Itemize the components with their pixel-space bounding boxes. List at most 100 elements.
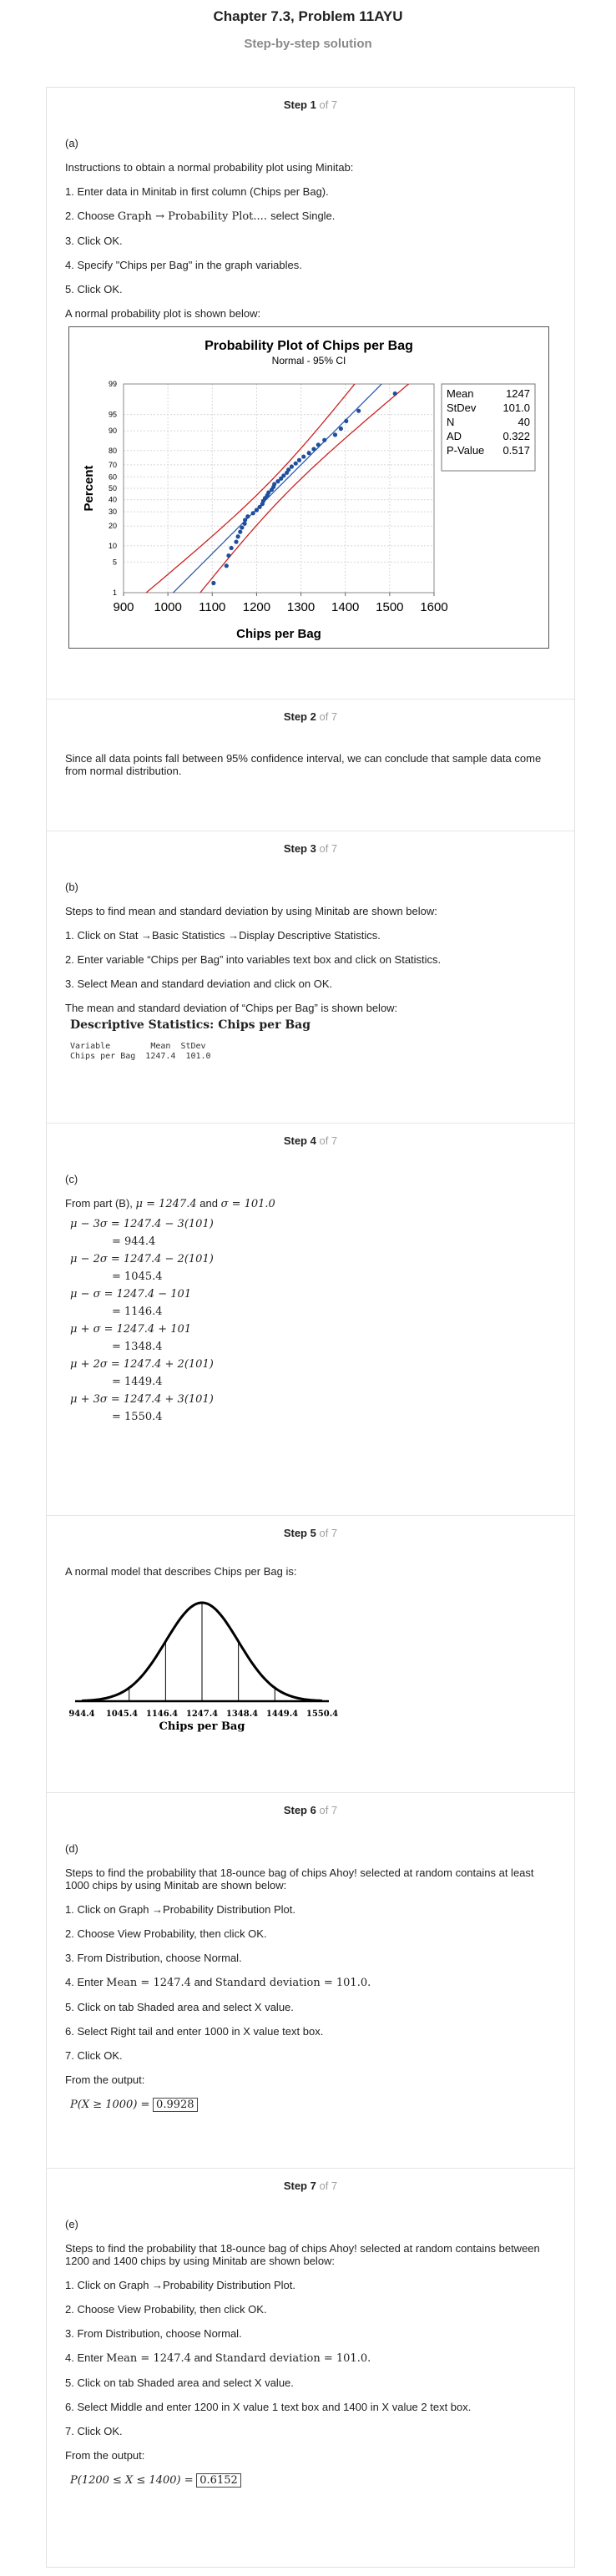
step-7: Step 7 of 7 (e) Steps to find the probab… <box>47 2168 574 2567</box>
chart-subtitle: Normal - 95% CI <box>272 355 346 366</box>
data-point <box>235 534 240 539</box>
step-label: Step 3 <box>283 842 316 855</box>
step-label: Step 2 <box>283 710 316 723</box>
instruction-item: 7. Click OK. <box>65 2425 123 2437</box>
menu-path: Graph → Probability Plot.... <box>117 210 271 223</box>
step-header: Step 5 of 7 <box>47 1516 574 1543</box>
step-3: Step 3 of 7 (b) Steps to find mean and s… <box>47 831 574 1123</box>
data-point <box>293 461 298 466</box>
data-point <box>234 539 239 544</box>
equation-result: = 1449.4 <box>112 1376 163 1388</box>
stats-table-row: Chips per Bag 1247.4 101.0 <box>70 1052 211 1061</box>
probability-plot: Probability Plot of Chips per Bag Normal… <box>82 339 536 641</box>
data-point <box>392 391 397 397</box>
data-point <box>272 482 277 487</box>
data-point <box>240 525 245 530</box>
data-point <box>211 580 216 586</box>
output-intro: From the output: <box>65 2073 145 2086</box>
data-point <box>332 432 338 437</box>
y-tick-label: 10 <box>109 542 117 550</box>
part-label: (e) <box>65 2218 78 2230</box>
data-point <box>254 508 260 513</box>
instruction-item: 2. Enter variable “Chips per Bag” into v… <box>65 953 442 966</box>
y-tick-label: 1 <box>113 588 117 597</box>
data-point <box>322 437 327 442</box>
y-tick-label: 30 <box>109 508 117 516</box>
step-label: Step 4 <box>283 1134 316 1147</box>
probability-result: P(X ≥ 1000) = 0.9928 <box>70 2098 556 2112</box>
equation-result: = 1348.4 <box>112 1341 163 1353</box>
given-values: From part (B), μ = 1247.4 and σ = 101.0 <box>65 1197 275 1210</box>
instruction-item: 5. Click OK. <box>65 283 123 295</box>
page-subtitle: Step-by-step solution <box>244 37 372 51</box>
equation-line: μ + σ = 1247.4 + 101 <box>70 1323 192 1336</box>
data-point <box>356 408 361 413</box>
y-tick-label: 70 <box>109 461 117 469</box>
instructions-intro: Steps to find mean and standard deviatio… <box>65 905 437 917</box>
x-axis-label: Chips per Bag <box>236 627 321 641</box>
curve-tick-label: 1146.4 <box>146 1710 178 1719</box>
stats-value: 0.517 <box>502 444 530 457</box>
instruction-item: 2. Choose View Probability, then click O… <box>65 2303 267 2316</box>
x-tick-label: 1400 <box>331 600 359 614</box>
result-value: 0.9928 <box>153 2098 198 2112</box>
instruction-item: 6. Select Middle and enter 1200 in X val… <box>65 2401 472 2413</box>
instruction-item: 1. Click on Graph →Probability Distribut… <box>65 1903 296 1916</box>
step-count: of 7 <box>319 1134 338 1147</box>
part-label: (c) <box>65 1173 78 1185</box>
stats-label: AD <box>447 430 462 442</box>
page-title: Chapter 7.3, Problem 11AYU <box>213 8 403 24</box>
curve-tick-label: 1247.4 <box>186 1710 218 1719</box>
probability-plot-figure: Probability Plot of Chips per Bag Normal… <box>68 326 549 649</box>
step-count: of 7 <box>319 2179 338 2192</box>
step-header: Step 1 of 7 <box>47 88 574 115</box>
y-tick-label: 80 <box>109 447 117 455</box>
curve-tick-label: 1550.4 <box>306 1710 338 1719</box>
stats-value: 40 <box>518 416 530 428</box>
step-header: Step 2 of 7 <box>47 700 574 727</box>
instruction-item: 3. From Distribution, choose Normal. <box>65 1952 242 1964</box>
data-point <box>242 521 247 526</box>
data-point <box>226 553 231 558</box>
equation-result: = 1550.4 <box>112 1411 163 1423</box>
stats-label: Mean <box>447 387 474 400</box>
part-label: (a) <box>65 137 78 149</box>
stats-label: StDev <box>447 402 477 414</box>
x-tick-label: 1200 <box>243 600 270 614</box>
step-count: of 7 <box>319 1804 338 1816</box>
instructions-intro: Instructions to obtain a normal probabil… <box>65 161 354 174</box>
equation-result: = 1045.4 <box>112 1270 163 1283</box>
y-tick-label: 5 <box>113 558 117 566</box>
x-tick-labels: 900 1000 1100 1200 1300 1400 1500 1600 <box>113 593 448 614</box>
step-label: Step 1 <box>283 98 316 111</box>
y-tick-label: 95 <box>109 411 117 419</box>
y-tick-label: 20 <box>109 522 117 530</box>
chart-grid <box>123 383 435 593</box>
data-point <box>224 563 229 568</box>
instruction-item: 2. Choose Graph → Probability Plot.... s… <box>65 210 336 223</box>
step-label: Step 6 <box>283 1804 316 1816</box>
instruction-item: 5. Click on tab Shaded area and select X… <box>65 2001 294 2013</box>
x-tick-label: 1600 <box>420 600 447 614</box>
data-point <box>243 518 248 523</box>
step-count: of 7 <box>319 842 338 855</box>
plot-intro: A normal probability plot is shown below… <box>65 307 261 320</box>
instruction-item: 7. Click OK. <box>65 2049 123 2062</box>
equation-list: μ − 3σ = 1247.4 − 3(101) = 944.4 μ − 2σ = … <box>70 1215 556 1426</box>
step-header: Step 6 of 7 <box>47 1793 574 1821</box>
data-point <box>306 451 311 456</box>
equation-line: μ − 2σ = 1247.4 − 2(101) <box>70 1253 214 1265</box>
data-point <box>344 418 349 424</box>
solution-container: Step 1 of 7 (a) Instructions to obtain a… <box>46 87 575 2568</box>
probability-result: P(1200 ≤ X ≤ 1400) = 0.6152 <box>70 2473 556 2488</box>
data-point <box>286 467 291 472</box>
x-tick-label: 1300 <box>287 600 315 614</box>
part-label: (b) <box>65 881 78 893</box>
data-point <box>245 514 250 519</box>
step-header: Step 7 of 7 <box>47 2169 574 2196</box>
data-point <box>316 442 321 447</box>
instruction-item: 4. Enter Mean = 1247.4 and Standard devi… <box>65 2351 371 2365</box>
curve-x-label: Chips per Bag <box>159 1720 245 1733</box>
data-point <box>311 447 316 452</box>
y-tick-label: 99 <box>109 380 117 388</box>
